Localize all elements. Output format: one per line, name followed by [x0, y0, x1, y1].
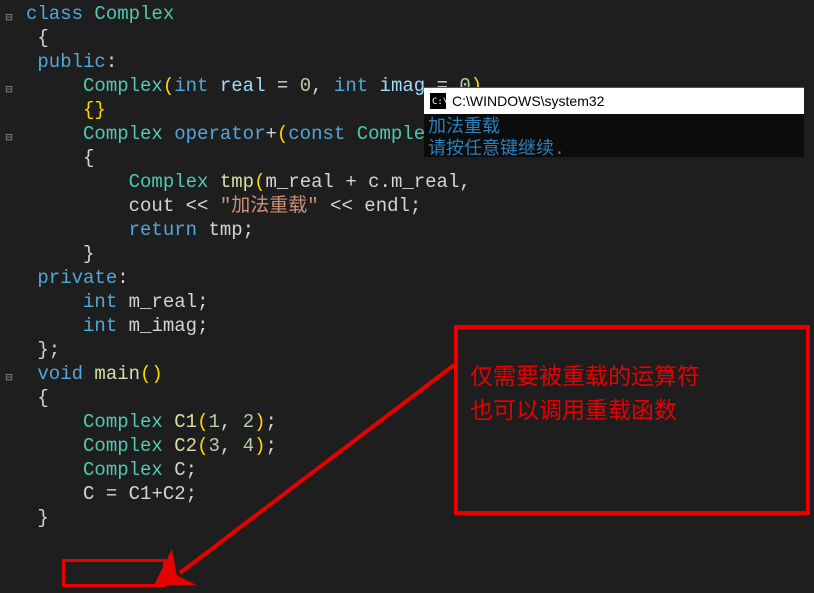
- console-output: 加法重载 请按任意键继续.: [424, 114, 804, 162]
- code-line: return tmp;: [0, 218, 814, 242]
- code-line: private:: [0, 266, 814, 290]
- cmd-icon: C:\: [430, 93, 446, 109]
- code-line: int m_real;: [0, 290, 814, 314]
- svg-text:C:\: C:\: [432, 97, 446, 107]
- console-titlebar[interactable]: C:\ C:\WINDOWS\system32: [424, 88, 804, 114]
- code-line: Complex tmp(m_real + c.m_real,: [0, 170, 814, 194]
- console-line: 加法重载: [428, 116, 800, 138]
- code-line: ⊟class Complex: [0, 2, 814, 26]
- console-line: 请按任意键继续.: [428, 138, 800, 160]
- code-line: cout << "加法重载" << endl;: [0, 194, 814, 218]
- annotation-box: 仅需要被重载的运算符 也可以调用重载函数: [454, 325, 810, 515]
- code-line: }: [0, 242, 814, 266]
- highlight-box: [62, 559, 166, 587]
- console-window[interactable]: C:\ C:\WINDOWS\system32 加法重载 请按任意键继续.: [424, 87, 804, 157]
- console-title-text: C:\WINDOWS\system32: [452, 88, 604, 114]
- code-line: public:: [0, 50, 814, 74]
- code-line: {: [0, 26, 814, 50]
- annotation-text: 仅需要被重载的运算符 也可以调用重载函数: [458, 329, 806, 457]
